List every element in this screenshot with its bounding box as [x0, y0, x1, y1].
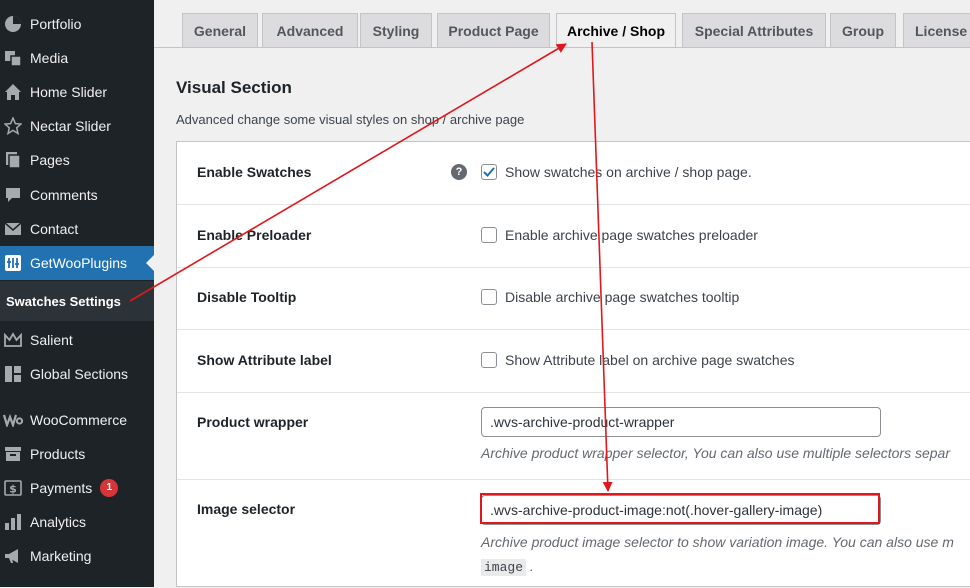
woo-icon [3, 410, 23, 430]
enable-swatches-option[interactable]: Show swatches on archive / shop page. [481, 164, 752, 180]
sidebar-item-label: Home Slider [30, 84, 108, 100]
sidebar-item-label: Analytics [30, 514, 87, 530]
product-wrapper-input[interactable]: .wvs-archive-product-wrapper [481, 407, 881, 437]
sidebar-item-label: Global Sections [30, 366, 129, 382]
section-title: Visual Section [176, 78, 292, 97]
row-enable-preloader: Enable Preloader Enable archive page swa… [177, 205, 970, 268]
sidebar-item-label: Comments [30, 187, 98, 203]
enable-preloader-option[interactable]: Enable archive page swatches preloader [481, 227, 758, 243]
checkbox-label: Enable archive page swatches preloader [505, 227, 758, 243]
crown-icon [3, 330, 23, 350]
image-selector-input[interactable]: .wvs-archive-product-image:not(.hover-ga… [481, 495, 881, 525]
enable-preloader-checkbox[interactable] [481, 227, 497, 243]
disable-tooltip-option[interactable]: Disable archive page swatches tooltip [481, 289, 739, 305]
row-label: Enable Swatches [197, 164, 312, 180]
mail-icon [3, 219, 23, 239]
row-product-wrapper: Product wrapper .wvs-archive-product-wra… [177, 393, 970, 480]
archive-icon [3, 444, 23, 464]
megaphone-icon [3, 546, 23, 566]
row-label: Enable Preloader [197, 227, 312, 243]
enable-swatches-checkbox[interactable] [481, 164, 497, 180]
sidebar-item-products[interactable]: Products [0, 437, 154, 471]
layout-icon [3, 364, 23, 384]
tab-advanced[interactable]: Advanced [262, 13, 358, 47]
sidebar-item-marketing[interactable]: Marketing [0, 539, 154, 573]
tab-special-attributes[interactable]: Special Attributes [682, 13, 826, 47]
chart-icon [3, 512, 23, 532]
code-suffix: . [529, 558, 534, 574]
sidebar-item-portfolio[interactable]: Portfolio [0, 7, 154, 41]
sidebar-item-salient[interactable]: Salient [0, 323, 154, 357]
code-fragment: image [481, 559, 527, 576]
row-enable-swatches: Enable Swatches ? Show swatches on archi… [177, 142, 970, 205]
tab-styling[interactable]: Styling [360, 13, 432, 47]
sidebar-item-label: Salient [30, 332, 73, 348]
star-icon [3, 116, 23, 136]
field-description: Archive product image selector to show v… [481, 534, 954, 550]
sidebar-item-comments[interactable]: Comments [0, 178, 154, 212]
pages-icon [3, 150, 23, 170]
comment-icon [3, 185, 23, 205]
media-icon [3, 48, 23, 68]
sidebar-item-global-sections[interactable]: Global Sections [0, 357, 154, 391]
sidebar-item-home-slider[interactable]: Home Slider [0, 75, 154, 109]
sidebar-item-payments[interactable]: $ Payments 1 [0, 471, 154, 505]
show-attribute-label-option[interactable]: Show Attribute label on archive page swa… [481, 352, 795, 368]
sidebar-item-label: Marketing [30, 548, 92, 564]
row-label: Disable Tooltip [197, 289, 297, 305]
tab-license[interactable]: License [903, 13, 970, 47]
sidebar-item-pages[interactable]: Pages [0, 143, 154, 177]
checkbox-label: Show swatches on archive / shop page. [505, 164, 752, 180]
sidebar-item-nectar-slider[interactable]: Nectar Slider [0, 109, 154, 143]
home-icon [3, 82, 23, 102]
sidebar-item-getwooplugins[interactable]: GetWooPlugins [0, 246, 154, 280]
svg-text:$: $ [9, 483, 17, 496]
checkmark-icon [483, 167, 495, 177]
tab-general[interactable]: General [182, 13, 258, 47]
sidebar-item-label: Products [30, 446, 86, 462]
field-description-continued: image . [481, 558, 534, 576]
tab-product-page[interactable]: Product Page [437, 13, 550, 47]
row-disable-tooltip: Disable Tooltip Disable archive page swa… [177, 268, 970, 330]
portfolio-icon [3, 14, 23, 34]
submenu-item-label: Swatches Settings [6, 293, 121, 309]
row-label: Show Attribute label [197, 352, 332, 368]
tab-archive-shop[interactable]: Archive / Shop [556, 13, 676, 48]
sidebar-item-label: WooCommerce [30, 412, 127, 428]
checkbox-label: Show Attribute label on archive page swa… [505, 352, 795, 368]
sidebar-item-label: Payments [30, 480, 93, 496]
row-image-selector: Image selector .wvs-archive-product-imag… [177, 480, 970, 588]
sidebar-item-label: Contact [30, 221, 79, 237]
submenu-item-swatches-settings[interactable]: Swatches Settings [0, 281, 154, 321]
disable-tooltip-checkbox[interactable] [481, 289, 497, 305]
tab-group[interactable]: Group [830, 13, 896, 47]
sidebar-item-label: Portfolio [30, 16, 82, 32]
plugin-icon [3, 253, 23, 273]
sidebar-item-label: Pages [30, 152, 70, 168]
sidebar-item-media[interactable]: Media [0, 41, 154, 75]
help-icon[interactable]: ? [451, 164, 467, 180]
notification-badge: 1 [100, 479, 119, 497]
dollar-icon: $ [3, 478, 23, 498]
sidebar-item-contact[interactable]: Contact [0, 212, 154, 246]
sidebar-item-label: GetWooPlugins [30, 255, 128, 271]
settings-form-table: Enable Swatches ? Show swatches on archi… [176, 141, 970, 587]
sidebar-item-label: Nectar Slider [30, 118, 111, 134]
show-attribute-label-checkbox[interactable] [481, 352, 497, 368]
row-label: Image selector [197, 501, 296, 517]
checkbox-label: Disable archive page swatches tooltip [505, 289, 740, 305]
field-description: Archive product wrapper selector, You ca… [481, 445, 950, 461]
sidebar-item-label: Media [30, 50, 69, 66]
row-label: Product wrapper [197, 414, 309, 430]
sidebar-item-analytics[interactable]: Analytics [0, 505, 154, 539]
tab-divider [154, 47, 970, 48]
sidebar-item-woocommerce[interactable]: WooCommerce [0, 403, 154, 437]
admin-sidebar: Portfolio Media Home Slider Nectar Slide… [0, 0, 154, 587]
section-description: Advanced change some visual styles on sh… [176, 112, 525, 127]
row-show-attribute-label: Show Attribute label Show Attribute labe… [177, 330, 970, 393]
